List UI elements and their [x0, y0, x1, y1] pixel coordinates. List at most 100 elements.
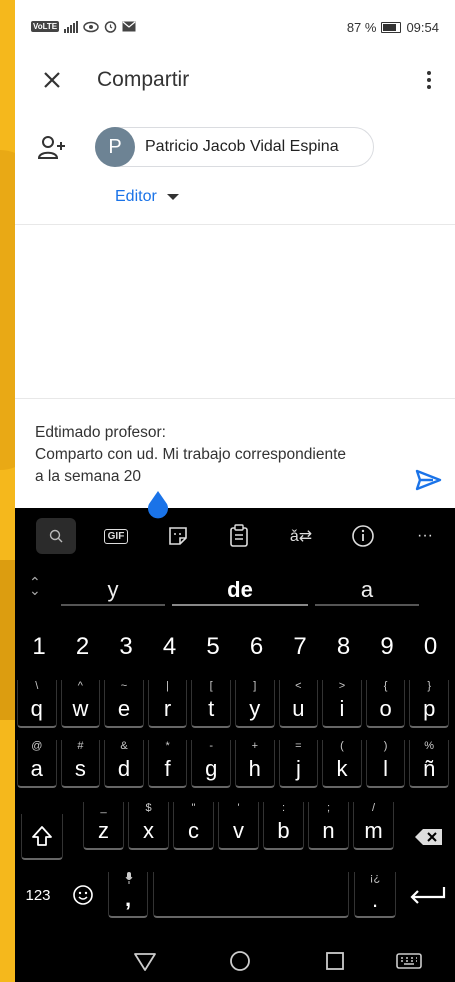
number-key[interactable]: 4: [150, 624, 190, 670]
letter-key[interactable]: / m: [353, 802, 394, 850]
suggestion-underline: [61, 604, 165, 606]
translate-button[interactable]: ǎ⇄: [281, 518, 321, 554]
letter-key[interactable]: = j: [278, 740, 319, 788]
letter-key[interactable]: > i: [322, 680, 362, 728]
letter-key[interactable]: @ a: [17, 740, 57, 788]
letter-key[interactable]: :b: [263, 802, 304, 850]
number-key[interactable]: 0: [411, 624, 451, 670]
role-dropdown[interactable]: Editor: [115, 188, 179, 206]
letter-key[interactable]: ~ e: [104, 680, 144, 728]
info-button[interactable]: [343, 518, 383, 554]
letter-key-secondary: ;: [326, 802, 331, 814]
cursor-handle[interactable]: [146, 489, 170, 519]
letter-key-secondary: /: [371, 802, 376, 814]
letter-key[interactable]: < u: [278, 680, 319, 728]
letter-key[interactable]: ) l: [365, 740, 406, 788]
number-key[interactable]: 5: [193, 624, 233, 670]
letter-key-secondary: ': [237, 802, 240, 814]
number-key[interactable]: 2: [63, 624, 103, 670]
number-key-label: 7: [293, 633, 307, 660]
number-key[interactable]: 3: [106, 624, 146, 670]
clipboard-button[interactable]: [219, 518, 259, 554]
recipient-name: Patricio Jacob Vidal Espina: [145, 138, 339, 155]
letter-key-label: y: [249, 696, 261, 721]
home-icon[interactable]: [226, 948, 254, 974]
navigation-bar: [15, 940, 455, 982]
letter-key-label: n: [322, 818, 335, 843]
enter-key[interactable]: [402, 872, 452, 918]
more-button[interactable]: ···: [405, 518, 445, 554]
letter-key[interactable]: } p: [409, 680, 449, 728]
message-line: Edtimado profesor:: [35, 424, 166, 441]
suggestion-bar: ⌃ ⌄ y de a: [15, 564, 455, 618]
back-icon[interactable]: [131, 948, 159, 974]
letter-key[interactable]: ' v: [218, 802, 259, 850]
emoji-key[interactable]: [63, 872, 103, 918]
letter-key-label: k: [336, 756, 348, 781]
letter-key-label: q: [30, 696, 43, 721]
letter-key-label: j: [295, 756, 301, 781]
suggestion-underline: [172, 604, 308, 606]
page-title: Compartir: [97, 68, 190, 91]
battery-icon: [381, 22, 402, 33]
recents-icon[interactable]: [321, 948, 349, 974]
backspace-key[interactable]: [408, 814, 450, 860]
letter-key[interactable]: & d: [104, 740, 144, 788]
comma-key[interactable]: ,: [108, 872, 148, 918]
number-key[interactable]: 8: [324, 624, 364, 670]
letter-key[interactable]: ] y: [235, 680, 275, 728]
gif-button[interactable]: GIF: [96, 518, 136, 554]
collapse-icon[interactable]: ⌃ ⌄: [29, 575, 41, 597]
letter-key-label: e: [117, 696, 131, 721]
message-input[interactable]: Edtimado profesor: Comparto con ud. Mi t…: [35, 422, 395, 488]
letter-key-secondary: }: [427, 680, 432, 692]
letter-key[interactable]: | r: [147, 680, 188, 728]
letter-key[interactable]: {o: [365, 680, 406, 728]
number-key-label: 0: [423, 633, 438, 660]
letter-key-secondary: *: [165, 740, 170, 752]
letter-key[interactable]: * f: [147, 740, 188, 788]
symbols-key[interactable]: 123: [19, 872, 57, 918]
letter-key[interactable]: -g: [191, 740, 231, 788]
letter-key[interactable]: ^ w: [60, 680, 101, 728]
keyboard-toggle-icon[interactable]: [395, 948, 423, 974]
letter-key-label: f: [164, 756, 171, 781]
shift-icon: [32, 826, 52, 846]
number-key[interactable]: 7: [280, 624, 320, 670]
letter-key-secondary: <: [295, 680, 302, 692]
letter-key[interactable]: # s: [60, 740, 101, 788]
sticker-button[interactable]: [158, 518, 198, 554]
recipient-chip[interactable]: P Patricio Jacob Vidal Espina: [95, 127, 374, 167]
add-person-icon[interactable]: [37, 134, 67, 164]
number-key[interactable]: 6: [237, 624, 277, 670]
number-key-label: 2: [75, 633, 90, 660]
letter-key[interactable]: \ q: [17, 680, 57, 728]
status-icons-right: 87 % 09:54: [347, 20, 439, 35]
keyboard-search-button[interactable]: [36, 518, 76, 554]
letter-key[interactable]: $ x: [128, 802, 169, 850]
search-icon: [49, 529, 63, 543]
letter-key[interactable]: _ z: [83, 802, 124, 850]
number-key-label: 8: [336, 633, 351, 660]
letter-key-secondary: (: [340, 740, 344, 752]
send-icon[interactable]: [413, 465, 443, 495]
letter-key[interactable]: % ñ: [409, 740, 449, 788]
letter-key-label: g: [205, 756, 218, 781]
letter-key[interactable]: + h: [235, 740, 275, 788]
letter-key[interactable]: " c: [173, 802, 214, 850]
shift-key[interactable]: [21, 814, 63, 860]
letter-key[interactable]: (k: [322, 740, 362, 788]
microphone-icon: [125, 872, 133, 884]
letter-key[interactable]: ; n: [308, 802, 349, 850]
close-button[interactable]: [37, 65, 67, 95]
space-key[interactable]: [153, 872, 349, 918]
number-key[interactable]: 1: [19, 624, 59, 670]
more-options-button[interactable]: [417, 65, 441, 95]
letter-key-secondary: [: [209, 680, 213, 692]
close-icon: [44, 72, 60, 88]
period-key[interactable]: ¡¿ .: [354, 872, 396, 918]
letter-key[interactable]: [t: [191, 680, 231, 728]
letter-key-secondary: -: [209, 740, 214, 752]
keyboard: GIF ǎ⇄ ··· ⌃ ⌄ y de a 1 2 3 4 5 6 7 8 9 …: [15, 508, 455, 982]
number-key[interactable]: 9: [367, 624, 407, 670]
